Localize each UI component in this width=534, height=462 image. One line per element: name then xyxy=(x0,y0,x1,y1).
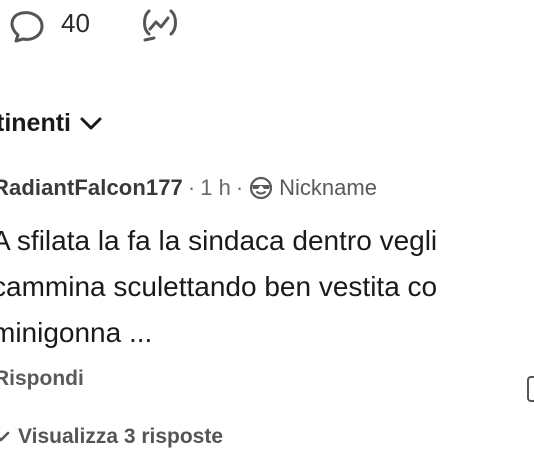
post-action-bar: 40 xyxy=(0,0,534,52)
comment-meta: RadiantFalcon177 · 1 h · Nickname xyxy=(0,172,377,204)
comment-author[interactable]: RadiantFalcon177 xyxy=(0,175,183,201)
meta-separator: · xyxy=(235,175,244,200)
sort-selector[interactable]: tinenti xyxy=(0,106,103,140)
comment-text-line: cammina sculettando ben vestita co xyxy=(0,271,438,302)
comment-bubble-icon[interactable] xyxy=(8,9,48,45)
sort-label: tinenti xyxy=(0,109,71,137)
insights-trend-icon[interactable] xyxy=(141,7,181,43)
overflow-menu-icon[interactable] xyxy=(527,376,534,402)
comment-count: 40 xyxy=(61,8,90,38)
sunglasses-face-icon xyxy=(250,176,273,200)
reply-button[interactable]: Rispondi xyxy=(0,367,84,391)
user-flair: Nickname xyxy=(279,175,377,200)
comment-time: 1 h xyxy=(200,175,231,200)
chevron-down-icon xyxy=(0,431,10,442)
chevron-down-icon xyxy=(80,117,102,130)
comment-text-line: A sfilata la fa la sindaca dentro vegli xyxy=(0,225,438,256)
comment-body: A sfilata la fa la sindaca dentro vegli … xyxy=(0,218,534,356)
view-replies-button[interactable]: Visualizza 3 risposte xyxy=(0,422,223,452)
view-replies-label: Visualizza 3 risposte xyxy=(18,425,224,448)
comment-text-line: minigonna ... xyxy=(0,317,153,348)
reply-label: Rispondi xyxy=(0,367,84,390)
meta-separator: · xyxy=(187,175,196,200)
